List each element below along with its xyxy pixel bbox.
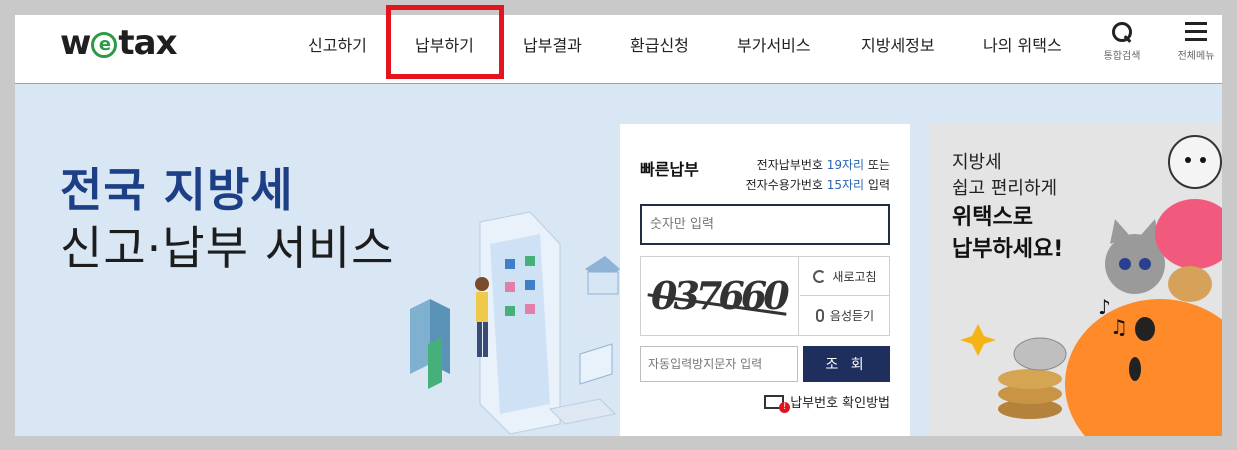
howto-label: 납부번호 확인방법	[790, 396, 890, 411]
top-header: w e tax 신고하기 납부하기 납부결과 환급신청 부가서비스 지방세정보 …	[15, 5, 1224, 84]
nav-report[interactable]: 신고하기	[308, 32, 367, 56]
all-menu-button[interactable]: 전체메뉴	[1168, 21, 1224, 62]
payment-number-input[interactable]	[640, 204, 890, 245]
logo-text-suffix: tax	[118, 23, 177, 63]
mascot-illustration: ♪ ♫	[960, 135, 1222, 436]
refresh-icon	[813, 269, 827, 283]
guide-highlight: 15자리	[826, 178, 865, 192]
phone-illustration	[479, 211, 561, 435]
refresh-label: 새로고침	[832, 269, 877, 284]
hero-title: 전국 지방세	[60, 163, 294, 217]
wetax-logo[interactable]: w e tax	[60, 23, 178, 63]
menu-label: 전체메뉴	[1177, 51, 1215, 62]
quick-pay-title: 빠른납부	[640, 160, 699, 179]
quick-pay-guide: 전자납부번호 19자리 또는 전자수용가번호 15자리 입력	[746, 155, 890, 195]
captcha-voice-button[interactable]: 음성듣기	[800, 296, 890, 335]
nav-extra-services[interactable]: 부가서비스	[737, 32, 811, 56]
guide-text: 전자납부번호	[756, 158, 827, 172]
svg-text:♫: ♫	[1110, 315, 1128, 339]
pink-mascot	[1155, 199, 1222, 302]
hero-subtitle: 신고·납부 서비스	[60, 221, 395, 275]
bank-illustration	[585, 256, 620, 295]
lookup-button[interactable]: 조 회	[803, 346, 890, 382]
nav-pay-highlight-box	[386, 5, 504, 79]
main-visual: 전국 지방세 신고·납부 서비스 빠른납부 전자납부번호 19자리 또는 전자수…	[15, 84, 1222, 436]
search-label: 통합검색	[1103, 51, 1141, 62]
nav-pay-result[interactable]: 납부결과	[523, 32, 582, 56]
orange-mascot	[1065, 299, 1222, 436]
svg-text:♪: ♪	[1098, 295, 1111, 319]
nav-my-wetax[interactable]: 나의 위택스	[983, 32, 1062, 56]
nav-refund[interactable]: 환급신청	[630, 32, 689, 56]
quick-pay-panel: 빠른납부 전자납부번호 19자리 또는 전자수용가번호 15자리 입력 0376…	[620, 124, 910, 436]
promo-banner[interactable]: 지방세 쉽고 편리하게 위택스로 납부하세요! ♪ ♫	[930, 124, 1222, 436]
coin-stack	[998, 337, 1067, 419]
building-illustration	[410, 299, 450, 389]
microphone-icon	[815, 309, 824, 322]
logo-text-prefix: w	[60, 23, 91, 63]
hamburger-menu-icon	[1185, 21, 1207, 43]
tax-service-illustration	[410, 211, 620, 435]
captcha-input[interactable]	[640, 346, 798, 382]
captcha-image: 037660	[641, 257, 799, 335]
nav-local-tax-info[interactable]: 지방세정보	[861, 32, 935, 56]
logo-e-mark: e	[91, 31, 118, 58]
guide-text: 또는	[864, 158, 890, 172]
captcha-box: 037660 새로고침 음성듣기	[640, 256, 890, 336]
guide-text: 전자수용가번호	[745, 178, 827, 192]
notice-card-icon	[764, 394, 791, 413]
search-button[interactable]: 통합검색	[1094, 21, 1150, 62]
payment-number-howto-link[interactable]: 납부번호 확인방법	[764, 392, 890, 413]
voice-label: 음성듣기	[829, 309, 875, 323]
sparkle-icon	[960, 324, 996, 356]
white-dog-mascot	[1168, 135, 1222, 189]
guide-text: 입력	[864, 178, 890, 192]
guide-highlight: 19자리	[826, 158, 865, 172]
captcha-refresh-button[interactable]: 새로고침	[800, 257, 890, 296]
search-icon	[1111, 21, 1133, 43]
